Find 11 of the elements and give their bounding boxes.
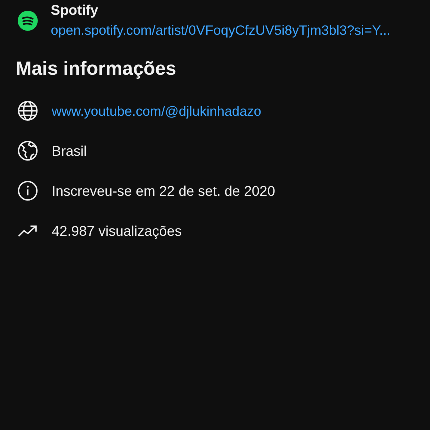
spotify-link[interactable]: open.spotify.com/artist/0VFoqyCfzUV5i8yTjm3bl3?si=Y... [51, 23, 391, 38]
channel-link[interactable]: www.youtube.com/@djlukinhadazo [52, 104, 262, 118]
info-text: Inscreveu-se em 22 de set. de 2020 [52, 183, 276, 199]
info-text: Brasil [52, 143, 88, 159]
earth-icon [17, 140, 39, 162]
globe-icon [17, 100, 39, 122]
section-heading: Mais informações [16, 59, 178, 81]
info-icon [17, 180, 39, 202]
spotify-icon [18, 11, 38, 31]
link-title: Spotify [51, 2, 100, 18]
info-text: 42.987 visualizações [52, 223, 182, 239]
